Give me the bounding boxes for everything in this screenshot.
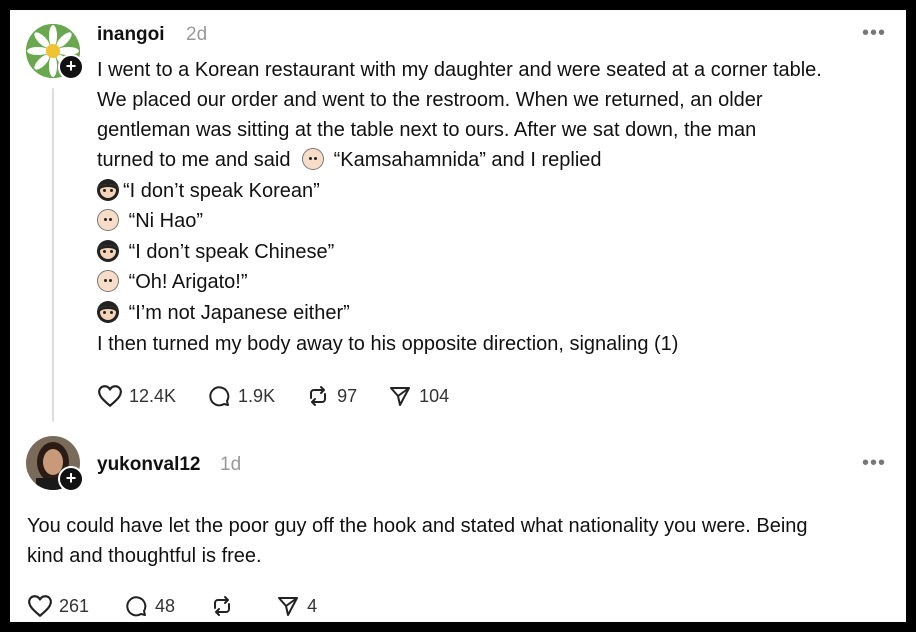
like-count: 12.4K: [129, 385, 177, 406]
post-text-line: gentleman was sitting at the table next …: [97, 119, 757, 141]
post-text-fragment: “I don’t speak Korean”: [123, 180, 320, 202]
old-man-emoji-icon: [302, 148, 325, 170]
username[interactable]: inangoi: [97, 24, 165, 46]
post-text-line: We placed our order and went to the rest…: [97, 89, 763, 111]
repost-count: 97: [337, 385, 358, 406]
comment-count: 1.9K: [238, 385, 276, 406]
post-text-line: kind and thoughtful is free.: [27, 545, 262, 567]
thread-line: [52, 88, 54, 422]
post-actions: 12.4K 1.9K 97 104: [97, 384, 479, 408]
woman-emoji-icon: [97, 240, 119, 262]
share-button[interactable]: 104: [387, 384, 449, 408]
post-time: 2d: [186, 24, 208, 45]
woman-emoji-icon: [97, 301, 119, 323]
post-actions: 261 48 4: [27, 594, 347, 618]
post-text-line: I then turned my body away to his opposi…: [97, 333, 679, 355]
follow-plus-icon[interactable]: +: [58, 466, 84, 492]
share-count: 4: [307, 595, 318, 616]
like-count: 261: [59, 595, 90, 616]
old-man-emoji-icon: [97, 270, 119, 292]
post-text-line: “I don’t speak Korean”: [97, 179, 320, 203]
post-text-fragment: “Ni Hao”: [128, 210, 204, 232]
repost-button[interactable]: 97: [305, 384, 357, 408]
more-options-icon[interactable]: •••: [862, 22, 886, 45]
old-man-emoji-icon: [97, 209, 119, 231]
comment-icon: [126, 596, 147, 617]
repost-icon: [310, 386, 327, 406]
username[interactable]: yukonval12: [97, 454, 201, 476]
heart-icon: [98, 385, 122, 407]
comment-count: 48: [155, 595, 176, 616]
more-options-icon[interactable]: •••: [862, 452, 886, 475]
comment-icon: [209, 386, 230, 407]
post-text-line: turned to me and said “Kamsahamnida” and…: [97, 148, 602, 172]
like-button[interactable]: 12.4K: [97, 384, 176, 408]
threads-feed: + inangoi 2d ••• I went to a Korean rest…: [10, 10, 906, 622]
share-icon: [390, 387, 411, 406]
post-text-line: “Ni Hao”: [97, 209, 203, 233]
comment-button[interactable]: 1.9K: [206, 384, 275, 408]
repost-button[interactable]: [209, 594, 241, 618]
woman-emoji-icon: [97, 179, 119, 201]
post-text-line: “Oh! Arigato!”: [97, 270, 248, 294]
post-text-line: I went to a Korean restaurant with my da…: [97, 59, 822, 81]
share-icon: [278, 597, 299, 616]
post-time: 1d: [220, 454, 242, 475]
post-text-fragment: “I’m not Japanese either”: [128, 302, 350, 324]
heart-icon: [28, 595, 52, 617]
follow-plus-icon[interactable]: +: [58, 54, 84, 80]
post-text-fragment: “Oh! Arigato!”: [128, 271, 248, 293]
share-button[interactable]: 4: [275, 594, 317, 618]
post-text-line: “I’m not Japanese either”: [97, 301, 350, 325]
like-button[interactable]: 261: [27, 594, 89, 618]
repost-icon: [214, 596, 231, 616]
post-text-fragment: “I don’t speak Chinese”: [128, 241, 335, 263]
post-text-line: You could have let the poor guy off the …: [27, 515, 808, 537]
post-text-fragment: “Kamsahamnida” and I replied: [333, 149, 602, 171]
post-text-fragment: turned to me and said: [97, 149, 291, 171]
share-count: 104: [419, 385, 450, 406]
comment-button[interactable]: 48: [123, 594, 175, 618]
post-text-line: “I don’t speak Chinese”: [97, 240, 334, 264]
